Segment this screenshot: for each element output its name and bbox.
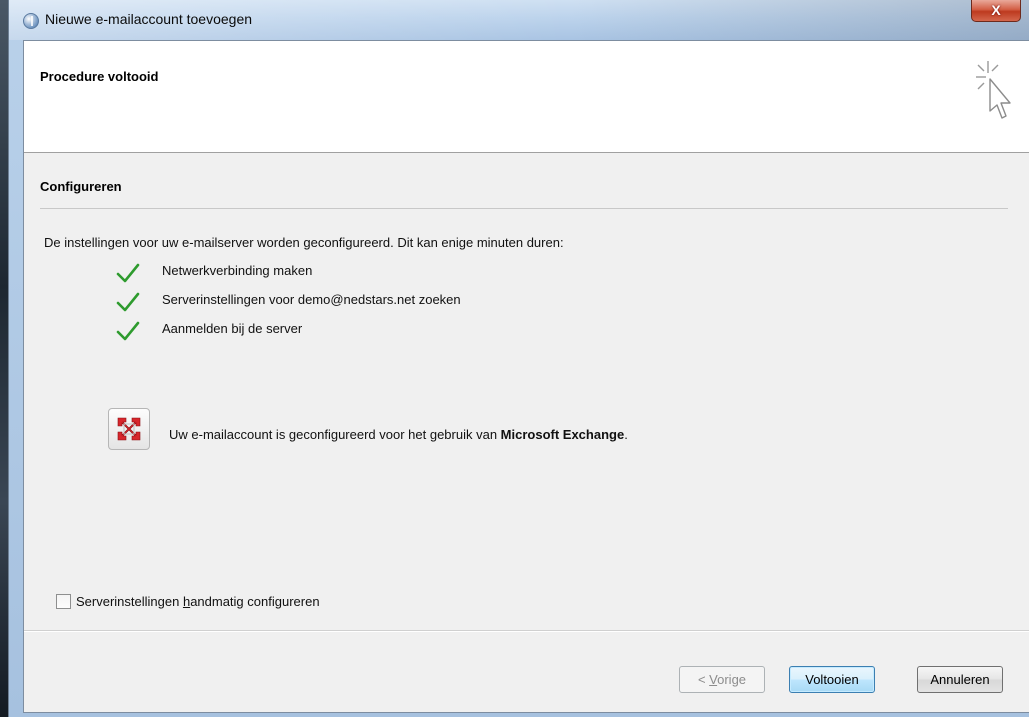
cancel-button[interactable]: Annuleren (917, 666, 1003, 693)
dialog-client: Procedure voltooid Configureren De inste… (23, 40, 1029, 713)
cursor-sparkle-icon (976, 61, 1011, 119)
result-text: Uw e-mailaccount is geconfigureerd voor … (169, 427, 501, 442)
wizard-header: Procedure voltooid (24, 41, 1029, 153)
footer-divider-highlight (24, 631, 1029, 632)
progress-step-label: Aanmelden bij de server (162, 321, 303, 336)
manual-config-checkbox[interactable] (56, 594, 71, 609)
page-title: Procedure voltooid (40, 69, 159, 84)
manual-config-label[interactable]: Serverinstellingen handmatig configurere… (76, 594, 320, 609)
finish-button[interactable]: Voltooien (789, 666, 875, 693)
result-product-name: Microsoft Exchange (500, 427, 625, 442)
close-button[interactable]: X (971, 0, 1021, 22)
green-checkmark-icon (116, 321, 140, 341)
result-suffix: . (624, 427, 628, 442)
title-bar[interactable]: Nieuwe e-mailaccount toevoegen X (9, 0, 1029, 40)
manual-config-label-end: andmatig configureren (190, 594, 320, 609)
progress-intro-text: De instellingen voor uw e-mailserver wor… (44, 235, 564, 250)
dialog-window: Nieuwe e-mailaccount toevoegen X Procedu… (8, 0, 1029, 717)
window-title: Nieuwe e-mailaccount toevoegen (45, 11, 253, 27)
progress-step: Netwerkverbinding maken (116, 262, 616, 286)
outlook-globe-icon (23, 13, 39, 29)
back-button-rest: orige (717, 672, 747, 687)
progress-step-label: Serverinstellingen voor demo@nedstars.ne… (162, 292, 461, 307)
progress-step: Aanmelden bij de server (116, 320, 616, 344)
back-button-accelerator: V (709, 672, 718, 687)
configuration-result-message: Uw e-mailaccount is geconfigureerd voor … (169, 427, 628, 442)
back-button-prefix: < (697, 672, 710, 687)
section-divider (40, 208, 1008, 209)
manual-config-label-start: Serverinstellingen (76, 594, 183, 609)
green-checkmark-icon (116, 263, 140, 283)
back-button[interactable]: < Vorige (679, 666, 765, 693)
exchange-logo-icon (108, 408, 150, 450)
progress-step-label: Netwerkverbinding maken (162, 263, 313, 278)
green-checkmark-icon (116, 292, 140, 312)
section-title: Configureren (40, 179, 122, 194)
progress-step: Serverinstellingen voor demo@nedstars.ne… (116, 291, 616, 315)
